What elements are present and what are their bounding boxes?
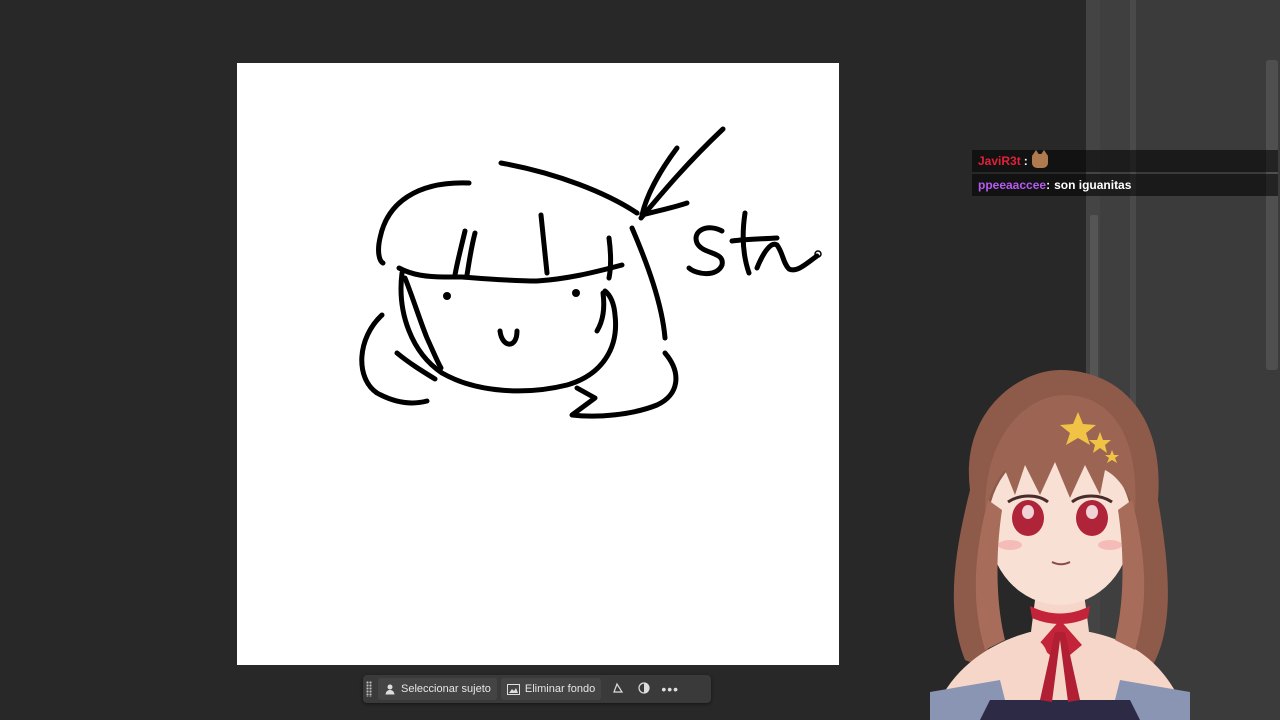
stream-chat-overlay: JaviR3t : ppeeaaccee : son iguanitas bbox=[972, 150, 1278, 198]
image-icon bbox=[506, 683, 520, 695]
adjust-button[interactable] bbox=[631, 678, 657, 700]
more-options-button[interactable]: ••• bbox=[657, 678, 683, 700]
chat-message: ppeeaaccee : son iguanitas bbox=[972, 174, 1278, 196]
chat-separator: : bbox=[1023, 154, 1028, 168]
transform-icon bbox=[612, 682, 624, 697]
panel-scrollbar[interactable] bbox=[1090, 215, 1098, 380]
vtuber-avatar bbox=[930, 370, 1190, 720]
person-icon bbox=[384, 683, 396, 695]
drag-handle[interactable] bbox=[366, 681, 372, 697]
sketch-drawing bbox=[359, 126, 822, 419]
transform-button[interactable] bbox=[605, 678, 631, 700]
drawing-canvas[interactable] bbox=[237, 63, 839, 665]
chat-username: JaviR3t bbox=[978, 154, 1021, 168]
chat-text: son iguanitas bbox=[1054, 178, 1132, 192]
chat-separator: : bbox=[1046, 178, 1051, 192]
select-subject-button[interactable]: Seleccionar sujeto bbox=[378, 678, 497, 700]
remove-background-label: Eliminar fondo bbox=[524, 683, 596, 695]
panel-scrollbar[interactable] bbox=[1266, 60, 1278, 370]
chat-username: ppeeaaccee bbox=[978, 178, 1047, 192]
cat-emote-icon bbox=[1031, 150, 1048, 168]
more-icon: ••• bbox=[661, 681, 680, 697]
select-subject-label: Seleccionar sujeto bbox=[401, 683, 491, 695]
chat-message: JaviR3t : bbox=[972, 150, 1278, 172]
remove-background-button[interactable]: Eliminar fondo bbox=[500, 678, 602, 700]
contextual-taskbar: Seleccionar sujeto Eliminar fondo ••• bbox=[363, 675, 711, 703]
adjust-icon bbox=[638, 681, 650, 697]
